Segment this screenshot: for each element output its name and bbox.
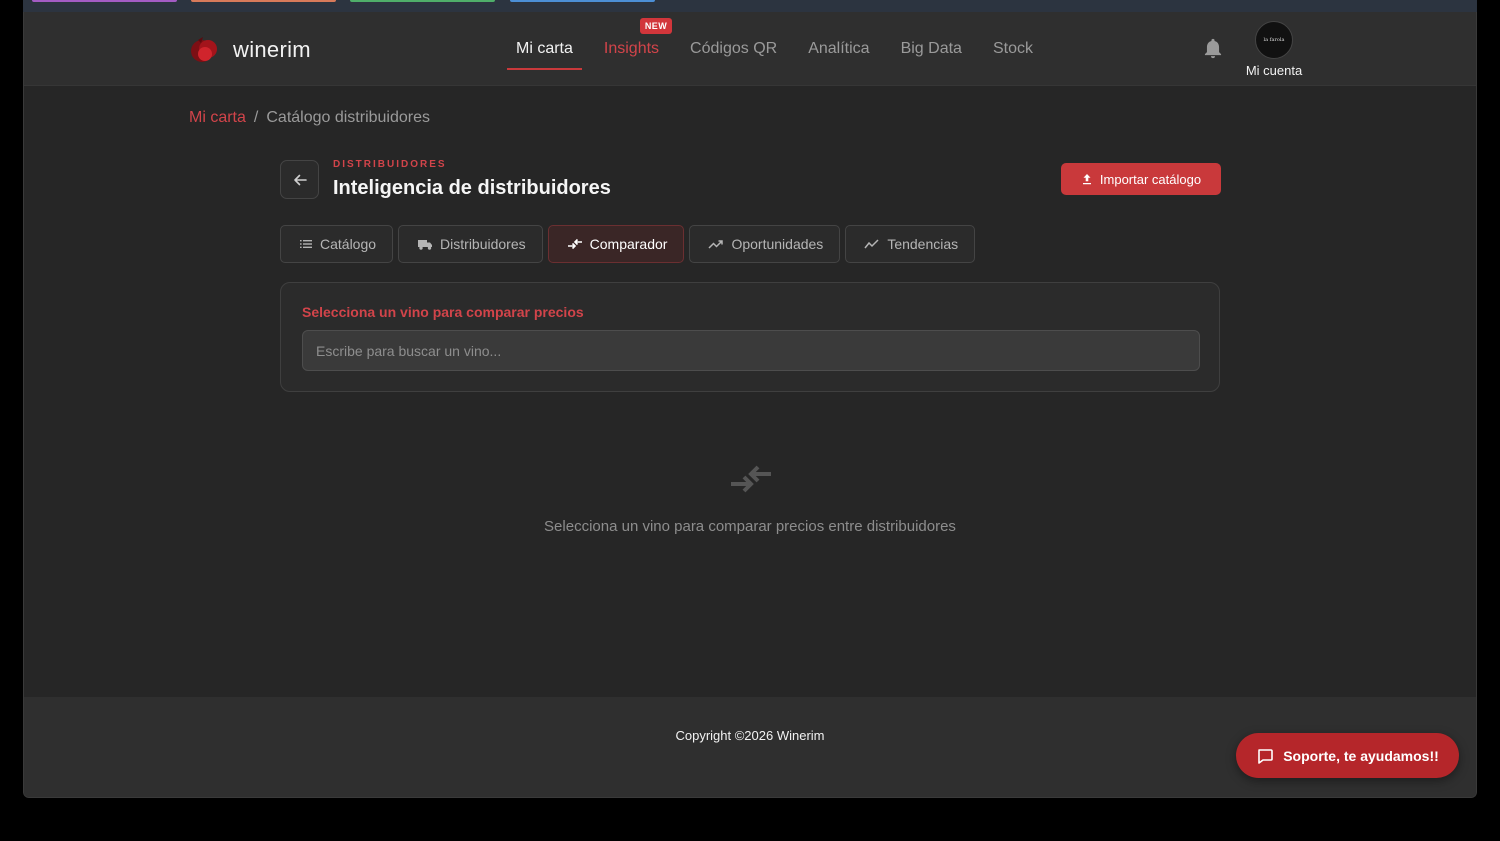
nav-label: Analítica xyxy=(808,40,870,57)
account-label: Mi cuenta xyxy=(1245,63,1303,78)
brand-logo[interactable]: winerim xyxy=(189,34,311,66)
compare-label: Selecciona un vino para comparar precios xyxy=(302,304,584,320)
tab-oportunidades[interactable]: Oportunidades xyxy=(689,225,841,263)
tab-catalogo[interactable]: Catálogo xyxy=(280,225,394,263)
tab-label: Tendencias xyxy=(887,236,959,252)
top-header: winerim Mi carta Insights NEW Códigos QR… xyxy=(24,12,1476,86)
chat-icon xyxy=(1258,748,1274,764)
tab-indicator xyxy=(350,0,495,2)
nav-item-analitica[interactable]: Analítica xyxy=(799,12,878,86)
nav-label: Stock xyxy=(992,40,1033,57)
nav-item-insights[interactable]: Insights NEW xyxy=(595,12,673,86)
empty-state-message: Selecciona un vino para comparar precios… xyxy=(544,518,956,535)
nav-item-big-data[interactable]: Big Data xyxy=(892,12,971,86)
section-eyebrow: DISTRIBUIDORES xyxy=(333,159,447,170)
page-title: Inteligencia de distribuidores xyxy=(333,177,611,199)
breadcrumb-link-mi-carta[interactable]: Mi carta xyxy=(189,109,246,127)
support-label: Soporte, te ayudamos!! xyxy=(1283,747,1439,764)
list-icon xyxy=(300,240,312,248)
wine-glass-logo-icon xyxy=(189,34,221,66)
nav-item-stock[interactable]: Stock xyxy=(984,12,1042,86)
upload-icon xyxy=(1082,174,1091,185)
bell-icon[interactable] xyxy=(1202,38,1224,60)
nav-label: Big Data xyxy=(900,40,962,57)
avatar-logo-text: la farola xyxy=(1263,37,1285,43)
main-nav: Mi carta Insights NEW Códigos QR Analíti… xyxy=(507,12,1055,86)
browser-tab-strip xyxy=(23,0,1477,12)
trend-line-icon xyxy=(864,239,879,249)
tab-indicator xyxy=(191,0,336,2)
breadcrumb: Mi carta / Catálogo distribuidores xyxy=(189,109,430,127)
arrow-left-icon xyxy=(293,174,307,185)
back-button[interactable] xyxy=(280,160,319,199)
tab-label: Catálogo xyxy=(320,236,377,252)
wine-search-input[interactable] xyxy=(302,330,1200,371)
tab-indicator xyxy=(32,0,177,2)
compare-arrows-icon xyxy=(567,238,582,250)
tab-bar: Catálogo Distribuidores Comparador Oport… xyxy=(280,225,976,263)
tab-distribuidores[interactable]: Distribuidores xyxy=(398,225,543,263)
tab-label: Distribuidores xyxy=(440,236,526,252)
app-window: winerim Mi carta Insights NEW Códigos QR… xyxy=(23,12,1477,798)
tab-label: Comparador xyxy=(589,236,668,252)
nav-item-mi-carta[interactable]: Mi carta xyxy=(507,12,582,86)
compare-selector-card: Selecciona un vino para comparar precios xyxy=(280,282,1220,392)
trending-up-icon xyxy=(708,240,724,249)
new-badge: NEW xyxy=(639,18,673,34)
nav-label: Códigos QR xyxy=(690,40,778,57)
import-catalog-button[interactable]: Importar catálogo xyxy=(1061,163,1221,195)
nav-label: Insights xyxy=(603,40,660,57)
import-button-label: Importar catálogo xyxy=(1099,171,1202,187)
brand-name: winerim xyxy=(233,37,311,62)
truck-icon xyxy=(418,240,433,250)
tab-label: Oportunidades xyxy=(731,236,824,252)
breadcrumb-current: Catálogo distribuidores xyxy=(266,109,431,126)
nav-item-codigos-qr[interactable]: Códigos QR xyxy=(681,12,786,86)
tab-comparador[interactable]: Comparador xyxy=(547,225,685,263)
avatar: la farola xyxy=(1255,21,1293,59)
account-menu[interactable]: la farola Mi cuenta xyxy=(1239,21,1309,78)
tab-indicator xyxy=(510,0,655,2)
nav-label: Mi carta xyxy=(516,40,573,57)
compare-arrows-icon xyxy=(729,464,773,494)
support-chat-button[interactable]: Soporte, te ayudamos!! xyxy=(1236,733,1459,778)
tab-tendencias[interactable]: Tendencias xyxy=(845,225,976,263)
breadcrumb-separator: / xyxy=(253,109,259,126)
